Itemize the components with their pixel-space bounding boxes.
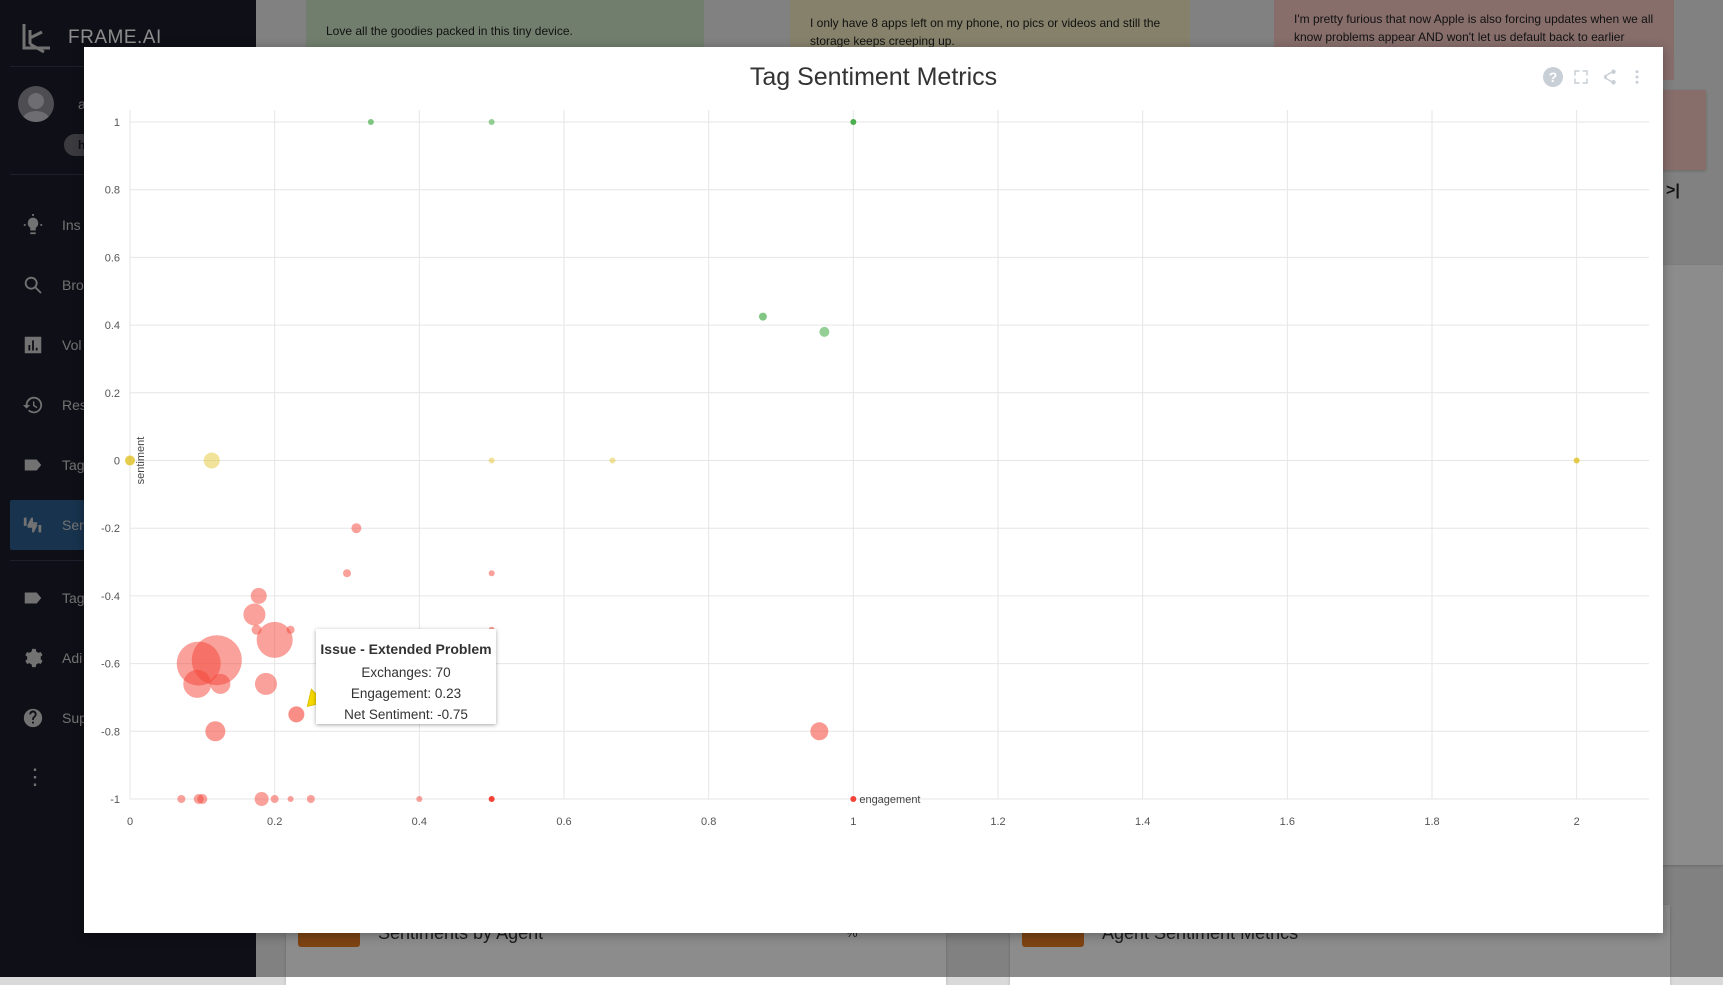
data-point bbox=[488, 119, 495, 125]
y-tick-label: -0.4 bbox=[101, 591, 120, 603]
data-point bbox=[488, 796, 495, 802]
y-tick-label: -0.6 bbox=[101, 659, 120, 671]
x-tick-label: 1.6 bbox=[1280, 816, 1295, 828]
data-point bbox=[288, 706, 305, 723]
data-point bbox=[287, 796, 294, 802]
point-tooltip: Issue - Extended Problem Exchanges: 70 E… bbox=[316, 629, 496, 724]
data-point bbox=[306, 795, 315, 803]
y-tick-label: -0.8 bbox=[101, 726, 120, 738]
y-axis-label: sentiment bbox=[135, 437, 147, 485]
data-point bbox=[488, 457, 495, 464]
data-point bbox=[819, 326, 830, 337]
x-tick-label: 1 bbox=[850, 816, 856, 828]
data-point bbox=[343, 569, 351, 578]
y-tick-label: 0.8 bbox=[105, 185, 120, 197]
data-point bbox=[270, 795, 279, 803]
x-tick-label: 0.4 bbox=[412, 816, 427, 828]
chart-modal: Tag Sentiment Metrics ? 0 0.2 0.4 0.6 0.8 1 1.… bbox=[84, 47, 1663, 933]
y-tick-label: 0 bbox=[114, 456, 120, 468]
y-tick-label: 1 bbox=[114, 117, 120, 129]
data-point bbox=[758, 312, 767, 321]
tooltip-sentiment: Net Sentiment: -0.75 bbox=[344, 707, 468, 722]
data-point bbox=[1573, 457, 1580, 464]
data-point bbox=[416, 796, 423, 802]
y-tick-label: -1 bbox=[110, 794, 120, 806]
y-tick-label: 0.4 bbox=[105, 320, 120, 332]
x-axis-label: engagement bbox=[859, 794, 920, 806]
data-point bbox=[810, 722, 829, 741]
y-tick-label: 0.6 bbox=[105, 252, 120, 264]
x-tick-label: 1.8 bbox=[1424, 816, 1439, 828]
data-point bbox=[197, 794, 208, 804]
scatter-chart: 0 0.2 0.4 0.6 0.8 1 1.2 1.4 1.6 1.8 2 1 0.8 0.6 0.4 0.2… bbox=[101, 110, 1649, 828]
data-point bbox=[609, 457, 616, 464]
tooltip-exchanges: Exchanges: 70 bbox=[361, 665, 451, 680]
x-tick-label: 0.2 bbox=[267, 816, 282, 828]
data-point bbox=[850, 796, 857, 802]
x-tick-label: 0 bbox=[127, 816, 133, 828]
y-tick-label: -0.2 bbox=[101, 523, 120, 535]
x-tick-label: 1.4 bbox=[1135, 816, 1150, 828]
tooltip-title: Issue - Extended Problem bbox=[320, 641, 492, 657]
tooltip-engagement: Engagement: 0.23 bbox=[350, 686, 462, 701]
data-point bbox=[850, 119, 857, 125]
data-point bbox=[367, 119, 374, 125]
x-tick-label: 0.8 bbox=[701, 816, 716, 828]
data-point bbox=[205, 721, 226, 742]
data-point bbox=[177, 795, 186, 803]
data-point bbox=[250, 587, 267, 604]
x-tick-label: 2 bbox=[1574, 816, 1580, 828]
data-point bbox=[183, 669, 212, 698]
data-point bbox=[243, 603, 266, 626]
data-point bbox=[488, 570, 495, 577]
data-point bbox=[210, 673, 231, 694]
x-tick-label: 1.2 bbox=[990, 816, 1005, 828]
x-tick-label: 0.6 bbox=[556, 816, 571, 828]
y-tick-label: 0.2 bbox=[105, 388, 120, 400]
data-point bbox=[351, 523, 362, 534]
data-point bbox=[254, 792, 269, 806]
data-point bbox=[125, 455, 135, 466]
data-point bbox=[203, 452, 220, 469]
data-point bbox=[254, 672, 277, 695]
data-point bbox=[256, 621, 293, 658]
